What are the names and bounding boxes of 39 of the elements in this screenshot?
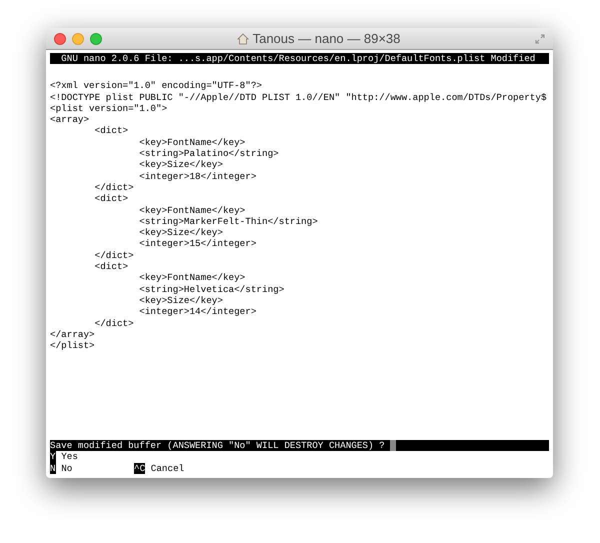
shortcut-key: ^C xyxy=(134,462,146,474)
code-line: <string>Palatino</string> xyxy=(138,148,279,160)
prompt-text: Save modified buffer (ANSWERING "No" WILL DESTROY CHANGES) ? xyxy=(50,440,386,452)
fullscreen-icon[interactable] xyxy=(535,34,545,44)
shortcut-key: Y xyxy=(50,451,56,463)
code-line: </dict> xyxy=(94,318,134,329)
code-line: <dict> xyxy=(94,193,128,205)
code-line: <!DOCTYPE plist PUBLIC "-//Apple//DTD PLIST 1.0//EN" "http://www.apple.com/DTDs/Property$ xyxy=(50,92,547,103)
code-line: </dict> xyxy=(94,250,134,262)
code-line: <integer>15</integer> xyxy=(138,238,256,250)
code-line: <array> xyxy=(50,114,90,126)
code-line: <dict> xyxy=(94,125,128,137)
code-line: <key>Size</key> xyxy=(138,227,223,238)
code-line: <integer>18</integer> xyxy=(138,170,256,182)
shortcut-label: No xyxy=(61,462,72,474)
code-line: <key>FontName</key> xyxy=(138,204,246,216)
code-line: <string>MarkerFelt-Thin</string> xyxy=(138,216,318,228)
window-title: Tanous — nano — 89×38 xyxy=(252,30,400,48)
code-line: <dict> xyxy=(94,261,128,272)
code-line: <string>Helvetica</string> xyxy=(138,284,284,295)
code-line: </array> xyxy=(50,328,95,340)
code-line: <key>FontName</key> xyxy=(138,136,246,148)
code-line: <plist version="1.0"> xyxy=(50,102,168,114)
zoom-button[interactable] xyxy=(90,32,102,44)
text-cursor xyxy=(390,440,396,452)
close-button[interactable] xyxy=(54,32,66,44)
nano-title-bar: GNU nano 2.0.6 File: ...s.app/Contents/Resources/en.lproj/DefaultFonts.plist Modified xyxy=(50,53,549,64)
code-line: <?xml version="1.0" encoding="UTF-8"?> xyxy=(50,80,262,92)
code-line: </dict> xyxy=(94,182,134,194)
house-icon xyxy=(236,32,249,44)
code-line: <key>Size</key> xyxy=(138,294,223,306)
code-line: <integer>14</integer> xyxy=(138,306,256,318)
minimize-button[interactable] xyxy=(72,32,84,44)
shortcut-label: Cancel xyxy=(150,462,184,474)
shortcut-key: N xyxy=(50,462,56,474)
code-line: </plist> xyxy=(50,340,95,352)
shortcut-label: Yes xyxy=(61,451,78,463)
code-line: <key>FontName</key> xyxy=(138,272,246,284)
code-line: <key>Size</key> xyxy=(138,159,223,171)
